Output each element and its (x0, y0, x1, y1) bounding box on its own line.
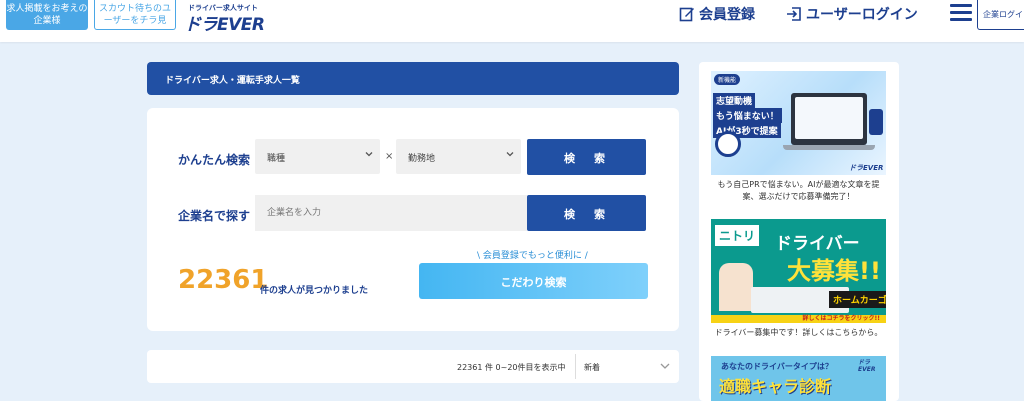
page-title: ドライバー求人・運転手求人一覧 (147, 62, 679, 95)
results-count-text: 22361 件 0~20件目を表示中 (457, 363, 566, 372)
laptop-screen (795, 97, 863, 139)
scout-preview-button[interactable]: スカウト待ちのユーザーをチラ見 (94, 0, 176, 30)
results-bar: 22361 件 0~20件目を表示中 新着 (147, 350, 679, 383)
edit-icon (679, 7, 694, 22)
times-separator: × (385, 151, 394, 162)
user-login-link[interactable]: ユーザーログイン (786, 4, 918, 24)
staff-photo (719, 263, 753, 311)
ai-banner-caption: もう自己PRで悩まない。AIが最適な文章を提案、選ぶだけで応募準備完了！ (717, 180, 880, 201)
ai-feature-banner[interactable]: 新機能 志望動機 もう悩まない！ AIが3秒で提案 ドラEVER (711, 71, 886, 175)
location-select[interactable]: 勤務地 (396, 139, 521, 174)
company-search-button[interactable]: 検 索 (527, 195, 646, 231)
site-logo[interactable]: ドライバー求人サイト ドラEVER (184, 3, 274, 35)
banner-question: あなたのドライバータイプは？ (721, 362, 833, 371)
job-count: 22361 (178, 265, 269, 295)
company-login-button[interactable]: 企業ログイ (977, 0, 1024, 30)
menu-icon[interactable] (950, 4, 972, 24)
easy-search-button[interactable]: 検 索 (527, 139, 646, 175)
sidebar: 新機能 志望動機 もう悩まない！ AIが3秒で提案 ドラEVER もう自己PRで… (699, 62, 899, 401)
site-header: 求人掲載をお考えの企業様 スカウト待ちのユーザーをチラ見 ドライバー求人サイト … (0, 0, 1024, 42)
company-search-label: 企業名で探す (178, 209, 251, 223)
chevron-down-icon (506, 152, 514, 157)
banner-logo: ドラEVER (849, 164, 884, 172)
chevron-down-icon (365, 152, 373, 157)
phone-illustration (869, 109, 883, 135)
job-type-select[interactable]: 職種 (255, 139, 380, 174)
nitori-banner-caption: ドライバー募集中です！詳しくはこちらから。 (714, 328, 883, 337)
nitori-driver-banner[interactable]: ニトリ ドライバー 大募集!! ホームカーゴ 詳しくはコチラをクリック!! (711, 219, 886, 323)
homecargo-logo: ホームカーゴ (829, 291, 886, 308)
login-label: ユーザーログイン (806, 7, 918, 23)
login-icon (787, 7, 801, 21)
register-promo-text: \ 会員登録でもっと便利に / (477, 251, 588, 261)
job-type-value: 職種 (267, 154, 286, 164)
banner-line-1: 志望動機 (713, 93, 756, 108)
character-diagnosis-banner[interactable]: あなたのドライバータイプは？ 適職キャラ診断 ドラEVER (711, 356, 886, 401)
divider (575, 354, 576, 379)
detailed-search-button[interactable]: こだわり検索 (419, 263, 648, 299)
register-link[interactable]: 会員登録 (679, 4, 755, 24)
banner-headline: 大募集!! (787, 257, 881, 285)
chevron-down-icon[interactable] (660, 362, 670, 370)
banner-headline: 適職キャラ診断 (719, 377, 832, 396)
company-name-input[interactable] (255, 195, 527, 231)
robot-icon (715, 131, 741, 157)
employer-listing-button[interactable]: 求人掲載をお考えの企業様 (6, 0, 88, 30)
laptop-base (783, 145, 875, 150)
search-panel: かんたん検索 職種 × 勤務地 検 索 企業名で探す 検 索 22361 件の求… (147, 108, 679, 331)
banner-line-2: もう悩まない！ (713, 108, 782, 123)
new-feature-tag: 新機能 (714, 74, 741, 85)
banner-cta-strip: 詳しくはコチラをクリック!! (711, 315, 886, 323)
location-value: 勤務地 (408, 154, 436, 164)
banner-logo: ドラEVER (858, 359, 876, 373)
logo-text: ドラEVER (184, 15, 265, 35)
easy-search-label: かんたん検索 (178, 153, 251, 167)
job-count-suffix: 件の求人が見つかりました (260, 286, 369, 296)
register-label: 会員登録 (699, 7, 755, 23)
nitori-logo: ニトリ (715, 225, 760, 246)
sort-select[interactable]: 新着 (584, 362, 600, 373)
